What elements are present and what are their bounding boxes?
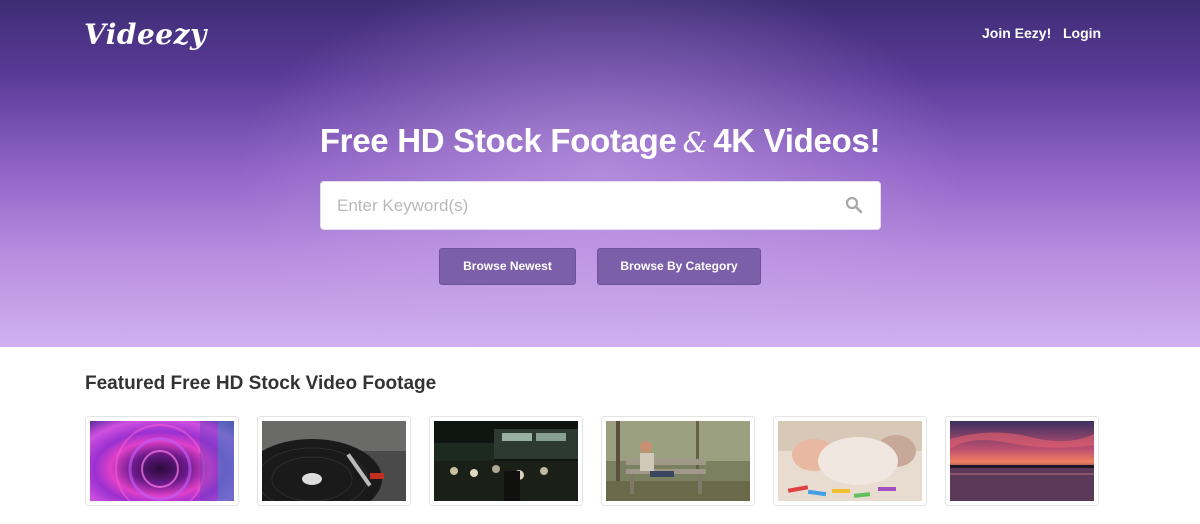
search-icon[interactable] [845, 196, 863, 214]
thumbnail-image [950, 421, 1094, 501]
video-thumbnail-sunset-lake[interactable] [945, 416, 1099, 506]
video-thumbnail-night-crowd[interactable] [429, 416, 583, 506]
thumbnail-image [434, 421, 578, 501]
thumbnail-image [262, 421, 406, 501]
thumbnail-image [778, 421, 922, 501]
login-link[interactable]: Login [1063, 25, 1101, 41]
search-box [320, 181, 881, 230]
join-eezy-link[interactable]: Join Eezy! [982, 25, 1051, 41]
hero-banner [0, 0, 1200, 347]
video-thumbnail-abstract-rings[interactable] [85, 416, 239, 506]
hero-headline: Free HD Stock Footage & 4K Videos! [0, 122, 1200, 160]
thumbnail-image [606, 421, 750, 501]
thumbnail-image [90, 421, 234, 501]
featured-section-title: Featured Free HD Stock Video Footage [85, 373, 437, 394]
browse-by-category-button[interactable]: Browse By Category [597, 248, 761, 285]
headline-text-2: 4K Videos! [713, 122, 881, 159]
videezy-logo[interactable]: Videezy [84, 18, 207, 51]
video-thumbnail-crayons[interactable] [773, 416, 927, 506]
video-thumbnail-vinyl-record[interactable] [257, 416, 411, 506]
browse-newest-button[interactable]: Browse Newest [439, 248, 576, 285]
video-thumbnail-park-bench[interactable] [601, 416, 755, 506]
headline-text-1: Free HD Stock Footage [319, 122, 677, 159]
search-input[interactable] [337, 182, 837, 229]
headline-ampersand: & [682, 126, 708, 159]
